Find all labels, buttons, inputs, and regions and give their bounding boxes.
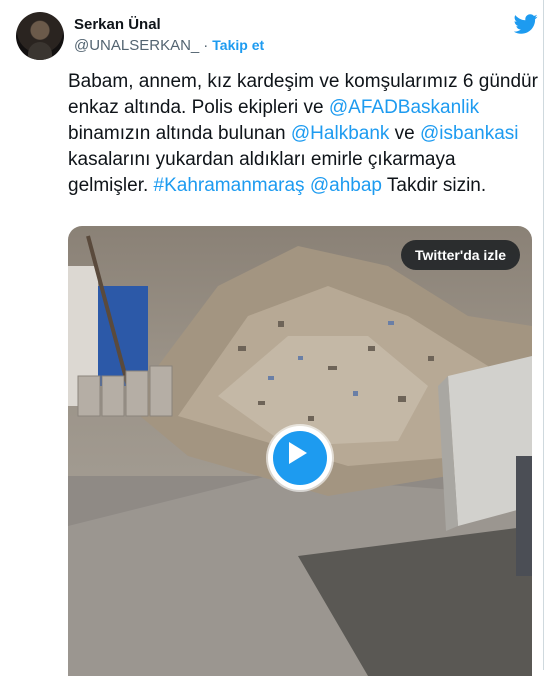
- tweet-text-part: ve: [389, 123, 421, 144]
- mention-ahbap[interactable]: @ahbap: [310, 175, 382, 196]
- tweet-text: Babam, annem, kız kardeşim ve komşularım…: [68, 69, 538, 199]
- separator-dot: ·: [203, 37, 209, 54]
- tweet-card: Serkan Ünal @UNALSERKAN_ · Takip et Babam,…: [0, 0, 544, 676]
- user-avatar[interactable]: [16, 12, 64, 60]
- video-player[interactable]: Twitter'da izle: [68, 226, 532, 676]
- tweet-header: Serkan Ünal @UNALSERKAN_ · Takip et: [16, 12, 538, 60]
- author-handle-row: @UNALSERKAN_ · Takip et: [74, 37, 264, 54]
- author-handle[interactable]: @UNALSERKAN_: [74, 37, 199, 54]
- play-icon: [289, 442, 307, 464]
- watch-on-twitter-button[interactable]: Twitter'da izle: [401, 240, 520, 270]
- mention-halkbank[interactable]: @Halkbank: [291, 123, 390, 144]
- follow-button[interactable]: Takip et: [212, 37, 264, 53]
- author-name[interactable]: Serkan Ünal: [74, 16, 161, 33]
- tweet-text-part: binamızın altında bulunan: [68, 123, 291, 144]
- hashtag-kahramanmaras[interactable]: #Kahramanmaraş: [154, 175, 305, 196]
- mention-isbankasi[interactable]: @isbankasi: [420, 123, 519, 144]
- mention-afad[interactable]: @AFADBaskanlik: [329, 97, 479, 118]
- play-button[interactable]: [268, 426, 332, 490]
- twitter-bird-icon[interactable]: [514, 12, 538, 36]
- tweet-text-part: Takdir sizin.: [381, 175, 487, 196]
